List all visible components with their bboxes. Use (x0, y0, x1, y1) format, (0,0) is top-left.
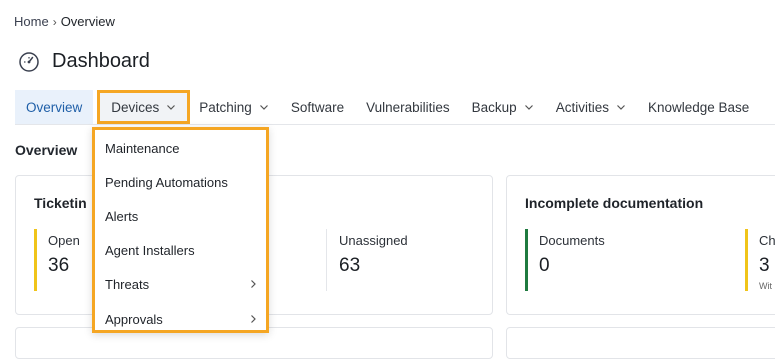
metric-value: 0 (539, 255, 550, 276)
tab-label: Software (290, 99, 345, 115)
tab-label: Backup (471, 99, 517, 115)
metric-subtext: Wit (759, 281, 772, 291)
gauge-icon (18, 51, 40, 73)
metric-label: Unassigned (339, 233, 408, 248)
divider (326, 229, 327, 291)
metric-color-bar (745, 229, 748, 291)
menu-item-threats[interactable]: Threats (105, 272, 258, 296)
tab-overview[interactable]: Overview (15, 90, 94, 124)
tab-label: Activities (555, 99, 609, 115)
menu-item-alerts[interactable]: Alerts (105, 204, 258, 228)
section-title: Overview (15, 142, 78, 158)
menu-item-maintenance[interactable]: Maintenance (105, 136, 258, 160)
menu-item-label: Maintenance (105, 140, 180, 156)
metric-label: Documents (539, 233, 605, 248)
chevron-right-icon (251, 315, 256, 323)
chevron-down-icon (524, 105, 533, 110)
tab-knowledge-base[interactable]: Knowledge Base (637, 90, 760, 124)
menu-item-label: Agent Installers (105, 242, 195, 258)
breadcrumb-home[interactable]: Home (14, 14, 49, 29)
devices-dropdown-menu: Maintenance Pending Automations Alerts A… (92, 127, 269, 333)
menu-item-agent-installers[interactable]: Agent Installers (105, 238, 258, 262)
chevron-down-icon (167, 105, 176, 110)
metric-value: 36 (48, 255, 70, 276)
dashboard-card (506, 327, 775, 359)
menu-item-pending-automations[interactable]: Pending Automations (105, 170, 258, 194)
chevron-right-icon (251, 280, 256, 288)
tab-vulnerabilities[interactable]: Vulnerabilities (355, 90, 461, 124)
menu-item-label: Alerts (105, 208, 139, 224)
tab-devices[interactable]: Devices (97, 90, 191, 124)
chevron-down-icon (617, 105, 625, 110)
metric-label: Open (48, 233, 80, 248)
tab-backup[interactable]: Backup (461, 90, 545, 124)
menu-item-label: Approvals (105, 311, 163, 327)
incomplete-documentation-card: Incomplete documentation Documents 0 Ch … (506, 175, 775, 315)
breadcrumb: Home › Overview (14, 14, 115, 29)
page-header: Dashboard (18, 50, 150, 73)
tab-label: Overview (26, 99, 83, 115)
tab-label: Patching (199, 99, 252, 115)
metric-label: Ch (759, 233, 775, 248)
card-title: Ticketin (34, 195, 87, 211)
metric-color-bar (525, 229, 528, 291)
tab-patching[interactable]: Patching (188, 90, 280, 124)
tab-bar: Overview Devices Patching Software Vulne… (15, 90, 775, 125)
metric-value: 63 (339, 255, 361, 276)
chevron-down-icon (259, 105, 268, 110)
menu-item-approvals[interactable]: Approvals (105, 307, 258, 331)
tab-software[interactable]: Software (280, 90, 355, 124)
menu-item-label: Threats (105, 276, 150, 292)
menu-item-label: Pending Automations (105, 174, 228, 190)
tab-label: Devices (111, 99, 160, 115)
card-title: Incomplete documentation (525, 195, 704, 211)
metric-color-bar (34, 229, 37, 291)
breadcrumb-current: Overview (60, 14, 115, 29)
tab-label: Knowledge Base (647, 99, 750, 115)
tab-activities[interactable]: Activities (545, 90, 637, 124)
breadcrumb-separator-icon: › (52, 14, 57, 29)
tab-label: Vulnerabilities (366, 99, 450, 115)
metric-value: 3 (759, 255, 770, 276)
page-title: Dashboard (52, 50, 150, 72)
